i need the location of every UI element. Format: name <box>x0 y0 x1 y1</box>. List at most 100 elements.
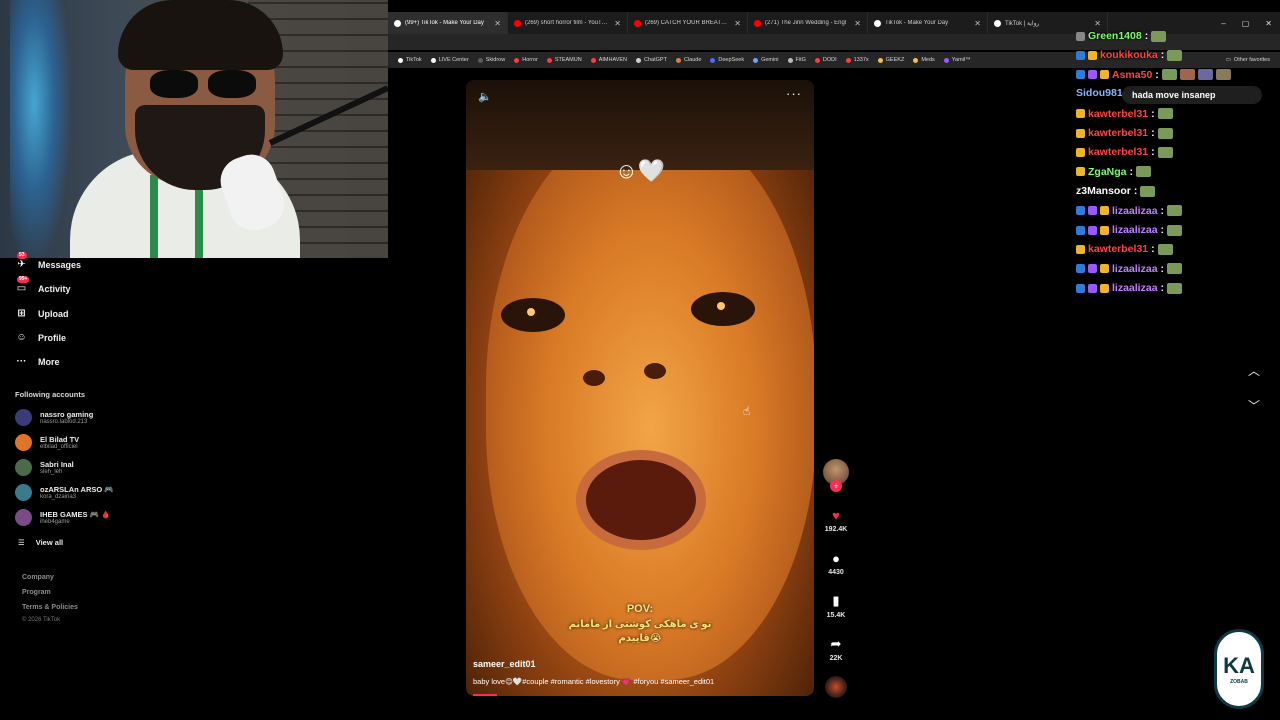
bookmark-icon[interactable]: ▮ <box>822 592 850 610</box>
sidebar-item-upload[interactable]: ⊞ Upload <box>15 307 68 320</box>
bookmark-favicon-icon <box>546 57 552 63</box>
chat-message: Asma50: <box>1076 69 1231 81</box>
bookmark-item[interactable]: STEAMUN <box>546 57 582 63</box>
bookmark-item[interactable]: Skidrow <box>477 57 505 63</box>
sidebar-item-profile[interactable]: ☺ Profile <box>15 331 66 344</box>
bookmark-label: ChatGPT <box>644 57 667 63</box>
footer-company-link[interactable]: Company <box>22 574 54 581</box>
footer-terms-link[interactable]: Terms & Policies <box>22 604 78 611</box>
bookmark-item[interactable]: Claude <box>675 57 701 63</box>
chat-colon: : <box>1151 127 1155 139</box>
stream-chat: Green1408:koukikouka:Asma50:Sidou981:kaw… <box>1076 0 1280 310</box>
account-name: ozARSLAn ARSO 🎮 <box>40 485 114 494</box>
emote-icon <box>1140 185 1156 197</box>
save-action[interactable]: ▮ 15.4K <box>822 592 850 619</box>
close-icon[interactable]: ✕ <box>734 19 741 28</box>
like-action[interactable]: ♥ 192.4K <box>822 506 850 534</box>
bookmark-label: DeepSeek <box>718 57 745 63</box>
bookmark-item[interactable]: DODI <box>814 57 837 63</box>
bookmark-item[interactable]: Meds <box>913 57 935 63</box>
more-options-icon[interactable]: ··· <box>786 86 802 101</box>
bookmark-favicon-icon <box>398 57 403 63</box>
bookmark-label: Yamil™ <box>951 57 971 63</box>
chat-tooltip-suffix: p <box>1210 90 1216 100</box>
account-handle: elbilad_officiel <box>40 444 78 450</box>
video-player[interactable]: ☺🤍 🔈 ··· POV: تو ی ماهکی کوشتی از مامانم… <box>466 80 814 696</box>
video-author[interactable]: sameer_edit01 <box>473 659 536 669</box>
bookmark-item[interactable]: LIVE Center <box>430 57 469 63</box>
browser-tab[interactable]: (271) The Jinn Wedding - Engl ✕ <box>748 12 868 34</box>
comment-action[interactable]: ● 4430 <box>822 549 850 577</box>
chat-colon: : <box>1160 282 1165 295</box>
chat-message: lizaalizaa: <box>1076 224 1183 236</box>
emote-icon <box>1157 146 1173 158</box>
chat-username: Sidou981 <box>1076 86 1123 99</box>
chat-username: z3Mansoor <box>1076 185 1131 198</box>
follow-plus-icon[interactable]: + <box>830 480 842 492</box>
inbox-icon: ▭ 99+ <box>16 276 30 294</box>
bookmark-item[interactable]: Yamil™ <box>943 57 971 63</box>
following-account[interactable]: Sabri Inal sleh_leh <box>15 459 74 476</box>
bookmark-favicon-icon <box>636 57 642 63</box>
chevron-up-icon[interactable]: ︿ <box>1248 362 1260 379</box>
bookmark-item[interactable]: TikTok <box>398 57 422 63</box>
close-icon[interactable]: ✕ <box>614 19 621 28</box>
plus-square-icon: ⊞ <box>17 308 26 319</box>
bookmark-favicon-icon <box>753 57 759 63</box>
baby-face <box>486 120 814 680</box>
chat-badge-icon <box>1088 50 1097 60</box>
chat-badge-icon <box>1076 147 1085 157</box>
bookmark-favicon-icon <box>430 57 436 63</box>
baby-eye <box>691 292 755 326</box>
chat-tooltip: hada move insane p <box>1122 86 1262 104</box>
bookmark-item[interactable]: Horror <box>514 57 538 63</box>
sidebar-item-activity[interactable]: ▭ 99+ Activity <box>15 276 71 295</box>
bookmark-item[interactable]: GEEKZ <box>877 57 904 63</box>
comment-icon[interactable]: ● <box>822 549 850 567</box>
sidebar-item-messages[interactable]: ✈ 53 Messages <box>15 252 81 271</box>
chat-message: Green1408: <box>1076 30 1167 42</box>
heart-icon[interactable]: ♥ <box>822 506 850 524</box>
bookmark-item[interactable]: 1337x <box>845 57 869 63</box>
following-account[interactable]: El Bilad TV elbilad_officiel <box>15 434 79 451</box>
bookmark-item[interactable]: FitG <box>787 57 806 63</box>
footer-program-link[interactable]: Program <box>22 589 51 596</box>
close-icon[interactable]: ✕ <box>854 19 861 28</box>
chat-username: lizaalizaa <box>1112 224 1158 236</box>
baby-eye <box>501 298 565 332</box>
bookmark-item[interactable]: Gemini <box>753 57 779 63</box>
bookmark-item[interactable]: DeepSeek <box>710 57 744 63</box>
sidebar-item-more[interactable]: ··· More <box>15 355 60 368</box>
browser-tab[interactable]: (269) CATCH YOUR BREATH - Awa ✕ <box>628 12 748 34</box>
browser-tab[interactable]: (269) short horror film - YouTube ✕ <box>508 12 628 34</box>
following-account[interactable]: nassro gaming nassro.lablod.213 <box>15 409 93 426</box>
volume-icon[interactable]: 🔈 <box>478 90 492 103</box>
browser-tab[interactable]: TikTok - Make Your Day ✕ <box>868 12 988 34</box>
bookmark-item[interactable]: ChatGPT <box>636 57 667 63</box>
chat-badge-icon <box>1076 31 1085 41</box>
browser-tab[interactable]: (99+) TikTok - Make Your Day ✕ <box>388 12 508 34</box>
bookmark-label: LIVE Center <box>438 57 469 63</box>
emote-icon <box>1151 30 1167 42</box>
close-icon[interactable]: ✕ <box>494 19 501 28</box>
webcam-overlay <box>0 0 388 258</box>
baby-nostril <box>583 370 605 386</box>
video-progress-bar[interactable] <box>473 694 498 696</box>
view-all-label: View all <box>35 538 64 547</box>
music-disc-icon[interactable] <box>825 676 847 698</box>
following-account[interactable]: ozARSLAn ARSO 🎮 kora_dzairia3 <box>15 484 114 501</box>
bookmark-item[interactable]: AIMHAVEN <box>590 57 627 63</box>
emote-icon <box>1161 69 1177 81</box>
following-account[interactable]: IHEB GAMES 🎮 🩸 iheb4game <box>15 509 110 526</box>
chevron-down-icon[interactable]: ﹀ <box>1248 397 1260 414</box>
chat-colon: : <box>1155 68 1159 81</box>
share-action[interactable]: ➦ 22K <box>822 635 850 662</box>
close-icon[interactable]: ✕ <box>974 19 981 28</box>
share-icon[interactable]: ➦ <box>822 635 850 653</box>
chat-colon: : <box>1160 49 1165 62</box>
bookmark-label: STEAMUN <box>554 57 582 63</box>
bookmark-label: Gemini <box>761 57 779 63</box>
view-all-link[interactable]: ☰ View all <box>18 538 63 547</box>
paper-plane-icon: ✈ 53 <box>17 252 27 270</box>
chat-badge-icon <box>1100 264 1109 274</box>
